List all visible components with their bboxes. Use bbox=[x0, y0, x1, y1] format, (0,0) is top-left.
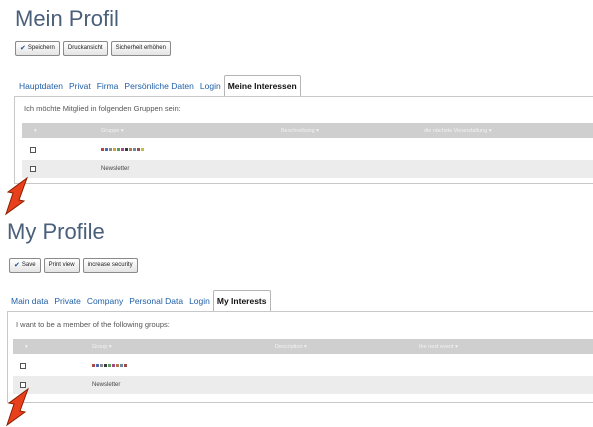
increase-security-label: increase security bbox=[87, 262, 133, 268]
column-next-event[interactable]: die nächste Veranstaltung ▾ bbox=[424, 128, 492, 134]
column-group-label: Gruppe bbox=[101, 127, 120, 134]
tab-my-interests[interactable]: My Interests bbox=[212, 290, 271, 312]
increase-security-button[interactable]: increase security bbox=[82, 258, 138, 273]
column-group[interactable]: Group ▾ bbox=[92, 344, 112, 350]
increase-security-label: Sicherheit erhöhen bbox=[115, 45, 166, 51]
checkmark-icon: ✔ bbox=[20, 45, 26, 52]
print-view-button[interactable]: Druckansicht bbox=[62, 41, 108, 56]
table-row bbox=[22, 141, 593, 159]
redacted-group-name bbox=[92, 364, 127, 367]
group-name: Newsletter bbox=[92, 382, 121, 388]
print-view-label: Print view bbox=[48, 262, 75, 268]
tab-personal-data[interactable]: Personal Data bbox=[126, 292, 186, 311]
table-row: Newsletter bbox=[22, 160, 593, 178]
tab-bar: Hauptdaten Privat Firma Persönliche Date… bbox=[16, 74, 301, 97]
sort-icon[interactable]: ▾ bbox=[34, 128, 37, 134]
column-description-label: Beschreibung bbox=[281, 127, 315, 134]
page-title: My Profile bbox=[7, 219, 105, 244]
sort-icon[interactable]: ▾ bbox=[25, 344, 28, 350]
interests-panel: I want to be a member of the following g… bbox=[7, 311, 593, 403]
tab-main-data[interactable]: Main data bbox=[8, 292, 51, 311]
save-button[interactable]: ✔ Save bbox=[9, 258, 41, 273]
intro-text: Ich möchte Mitglied in folgenden Gruppen… bbox=[24, 104, 181, 113]
german-profile-section: Mein Profil ✔ Speichern Druckansicht Sic… bbox=[0, 0, 593, 216]
table-header: ▾ Group ▾ Description ▾ the next event ▾ bbox=[13, 339, 593, 354]
tab-private[interactable]: Private bbox=[51, 292, 83, 311]
group-name: Newsletter bbox=[101, 166, 130, 172]
tab-privat[interactable]: Privat bbox=[66, 77, 94, 96]
tab-login[interactable]: Login bbox=[186, 292, 213, 311]
table-header: ▾ Gruppe ▾ Beschreibung ▾ die nächste Ve… bbox=[22, 123, 593, 138]
save-button[interactable]: ✔ Speichern bbox=[15, 41, 60, 56]
table-row bbox=[13, 357, 593, 375]
column-group-label: Group bbox=[92, 343, 108, 350]
english-profile-section: My Profile ✔ Save Print view increase se… bbox=[0, 215, 593, 427]
print-view-button[interactable]: Print view bbox=[43, 258, 80, 273]
checkmark-icon: ✔ bbox=[14, 262, 20, 269]
column-description[interactable]: Description ▾ bbox=[275, 344, 307, 350]
table-row: Newsletter bbox=[13, 376, 593, 394]
tab-firma[interactable]: Firma bbox=[94, 77, 122, 96]
column-next-event-label: die nächste Veranstaltung bbox=[424, 127, 488, 134]
column-next-event-label: the next event bbox=[419, 343, 454, 350]
column-description-label: Description bbox=[275, 343, 303, 350]
red-arrow-annotation bbox=[6, 387, 30, 427]
increase-security-button[interactable]: Sicherheit erhöhen bbox=[110, 41, 171, 56]
save-button-label: Save bbox=[21, 262, 36, 268]
tab-company[interactable]: Company bbox=[84, 292, 126, 311]
tab-hauptdaten[interactable]: Hauptdaten bbox=[16, 77, 66, 96]
toolbar: ✔ Speichern Druckansicht Sicherheit erhö… bbox=[15, 41, 171, 56]
group-checkbox[interactable] bbox=[30, 166, 36, 172]
group-checkbox[interactable] bbox=[30, 147, 36, 153]
print-view-label: Druckansicht bbox=[67, 45, 103, 51]
interests-panel: Ich möchte Mitglied in folgenden Gruppen… bbox=[14, 96, 593, 184]
column-group[interactable]: Gruppe ▾ bbox=[101, 128, 124, 134]
toolbar: ✔ Save Print view increase security bbox=[9, 258, 138, 273]
tab-login[interactable]: Login bbox=[197, 77, 224, 96]
tab-bar: Main data Private Company Personal Data … bbox=[8, 289, 271, 312]
column-description[interactable]: Beschreibung ▾ bbox=[281, 128, 319, 134]
page-title: Mein Profil bbox=[15, 6, 119, 31]
save-button-label: Speichern bbox=[27, 45, 55, 51]
group-checkbox[interactable] bbox=[20, 363, 26, 369]
redacted-group-name bbox=[101, 148, 144, 151]
tab-persoenliche-daten[interactable]: Persönliche Daten bbox=[121, 77, 196, 96]
column-next-event[interactable]: the next event ▾ bbox=[419, 344, 458, 350]
tab-meine-interessen[interactable]: Meine Interessen bbox=[223, 75, 301, 97]
red-arrow-annotation bbox=[5, 176, 29, 216]
intro-text: I want to be a member of the following g… bbox=[16, 320, 170, 329]
